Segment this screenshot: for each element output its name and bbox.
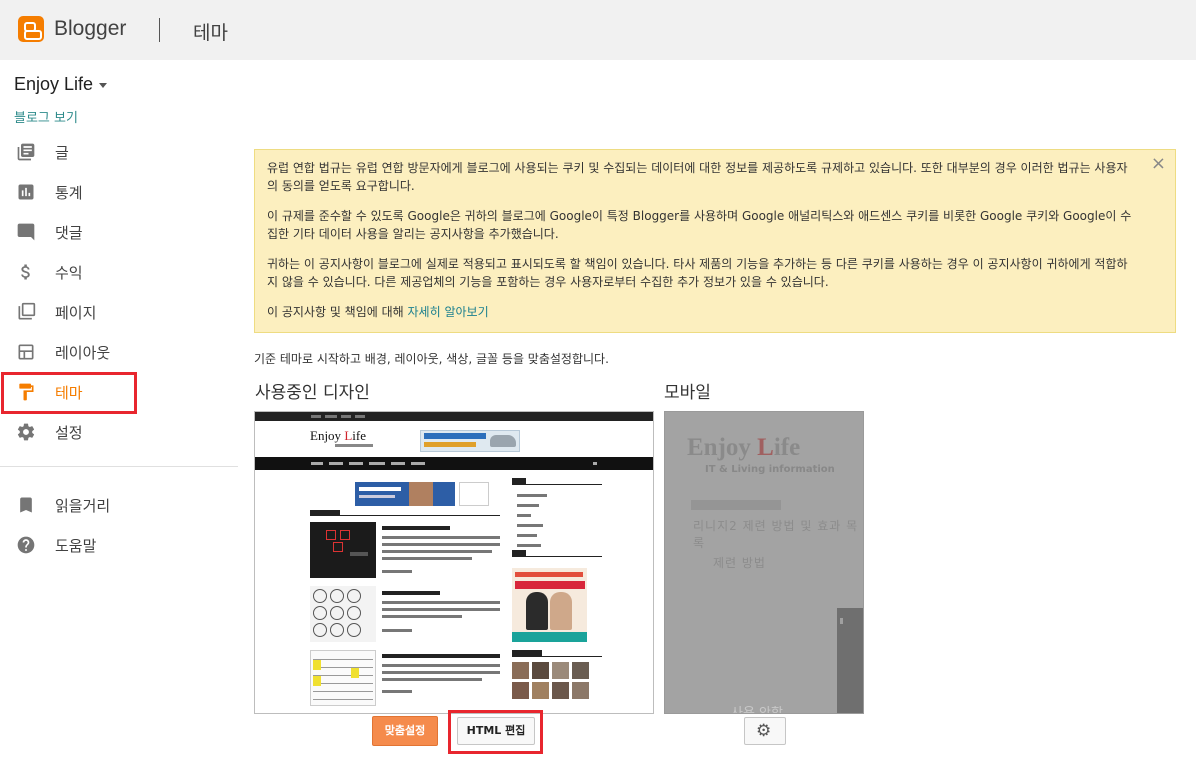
help-icon (17, 536, 35, 554)
preview-post-line (382, 536, 500, 539)
notice-paragraph: 이 공지사항 및 책임에 대해 자세히 알아보기 (267, 303, 1135, 321)
sidebar-item-posts[interactable]: 글 (0, 132, 238, 172)
preview-post-date (382, 690, 412, 693)
mobile-post-title: 리니지2 제련 방법 및 효과 목록 (693, 519, 859, 550)
mobile-theme-preview[interactable]: Enjoy Life IT & Living information 리니지2 … (664, 411, 864, 714)
preview-post-thumbnail (310, 650, 376, 706)
mobile-date-bar (691, 500, 781, 510)
preview-post-line (382, 543, 500, 546)
theme-highlight-box (1, 372, 137, 414)
preview-top-strip (255, 412, 653, 421)
sidebar-item-label: 읽을거리 (55, 497, 111, 515)
eu-cookie-notice: 유럽 연합 법규는 유럽 연합 방문자에게 블로그에 사용되는 쿠키 및 수집되… (254, 149, 1176, 333)
preview-gallery (512, 662, 590, 702)
mobile-heading: 모바일 (664, 383, 711, 403)
preview-sidebar-ad (512, 568, 587, 642)
stats-icon (18, 184, 34, 200)
learn-more-link[interactable]: 자세히 알아보기 (408, 305, 489, 319)
mobile-section-title: 제련 방법 (713, 556, 766, 570)
page-title: 테마 (193, 22, 228, 44)
desktop-theme-preview[interactable]: Enjoy Life (254, 411, 654, 714)
sidebar-item-help[interactable]: 도움말 (0, 525, 238, 565)
sidebar-item-settings[interactable]: 설정 (0, 412, 238, 452)
mobile-blog-subtitle: IT & Living information (705, 464, 835, 475)
preview-sidebar-heading (512, 550, 602, 557)
mobile-dark-block (837, 608, 863, 713)
preview-section-bar (310, 510, 500, 516)
gear-icon (17, 423, 35, 441)
preview-post-title (382, 591, 440, 595)
notice-paragraph: 이 규제를 준수할 수 있도록 Google은 귀하의 블로그에 Google이… (267, 209, 1132, 241)
preview-sidebar-line (517, 494, 547, 497)
preview-banner-ad (355, 482, 455, 506)
sidebar-item-label: 수익 (55, 264, 83, 282)
pages-icon (18, 302, 36, 320)
bookmark-icon (20, 497, 32, 513)
preview-post-line (382, 608, 500, 611)
sidebar-item-label: 통계 (55, 184, 83, 202)
preview-post-date (382, 629, 412, 632)
preview-post-line (382, 550, 492, 553)
sidebar-item-layout[interactable]: 레이아웃 (0, 332, 238, 372)
preview-post-line (382, 664, 500, 667)
comments-icon (17, 223, 35, 241)
preview-header-ad (420, 430, 520, 452)
preview-post-thumbnail (310, 586, 376, 642)
sidebar-divider (0, 466, 238, 467)
sidebar-item-reading-list[interactable]: 읽을거리 (0, 485, 238, 525)
preview-sidebar-line (517, 514, 531, 517)
sidebar-item-pages[interactable]: 페이지 (0, 292, 238, 332)
mobile-bottom-text: 사용 안함 (731, 706, 783, 714)
sidebar-item-label: 댓글 (55, 224, 83, 242)
gear-icon: ⚙ (756, 721, 772, 741)
top-divider (159, 18, 160, 42)
view-blog-link[interactable]: 블로그 보기 (14, 107, 78, 126)
preview-sidebar-line (517, 534, 537, 537)
edit-html-button[interactable]: HTML 편집 (457, 717, 535, 745)
preview-post-line (382, 601, 500, 604)
notice-paragraph: 귀하는 이 공지사항이 블로그에 실제로 적용되고 표시되도록 할 책임이 있습… (267, 257, 1128, 289)
preview-sidebar-heading (512, 478, 602, 485)
preview-blog-logo: Enjoy Life (310, 428, 366, 443)
preview-post-line (382, 615, 462, 618)
sidebar-item-label: 페이지 (55, 304, 97, 322)
preview-post-title (382, 526, 450, 530)
preview-post-title (382, 654, 500, 658)
notice-learn-text: 이 공지사항 및 책임에 대해 (267, 305, 408, 319)
blog-selector[interactable]: Enjoy Life (14, 74, 93, 95)
sidebar-item-stats[interactable]: 통계 (0, 172, 238, 212)
sidebar-item-comments[interactable]: 댓글 (0, 212, 238, 252)
mobile-settings-button[interactable]: ⚙ (744, 717, 786, 745)
dollar-icon (21, 264, 30, 280)
blogger-logo-icon[interactable] (18, 16, 44, 42)
posts-icon (17, 143, 35, 161)
sidebar-item-label: 글 (55, 144, 69, 162)
theme-intro-text: 기준 테마로 시작하고 배경, 레이아웃, 색상, 글꼴 등을 맞춤설정합니다. (254, 352, 609, 366)
top-bar: Blogger 테마 (0, 0, 1196, 60)
chevron-down-icon[interactable] (99, 83, 107, 88)
preview-sidebar-line (517, 504, 539, 507)
preview-sidebar-heading (512, 650, 602, 657)
preview-post-line (382, 671, 500, 674)
sidebar-item-earnings[interactable]: 수익 (0, 252, 238, 292)
close-icon[interactable]: × (1151, 155, 1166, 173)
preview-small-ad (459, 482, 489, 506)
preview-post-line (382, 557, 472, 560)
preview-post-date (382, 570, 412, 573)
layout-icon (18, 344, 34, 360)
brand-name[interactable]: Blogger (54, 17, 126, 41)
sidebar-item-label: 레이아웃 (55, 344, 111, 362)
preview-sidebar-line (517, 524, 543, 527)
preview-sidebar-line (517, 544, 541, 547)
preview-post-thumbnail (310, 522, 376, 578)
mobile-blog-title: Enjoy Life (687, 434, 801, 461)
customize-button[interactable]: 맞춤설정 (372, 716, 438, 746)
sidebar-item-label: 설정 (55, 424, 83, 442)
preview-post-line (382, 678, 482, 681)
preview-tagline (335, 444, 373, 447)
sidebar-item-label: 도움말 (55, 537, 97, 555)
preview-menu-bar (255, 457, 653, 470)
current-design-heading: 사용중인 디자인 (255, 383, 370, 403)
notice-paragraph: 유럽 연합 법규는 유럽 연합 방문자에게 블로그에 사용되는 쿠키 및 수집되… (267, 161, 1128, 193)
